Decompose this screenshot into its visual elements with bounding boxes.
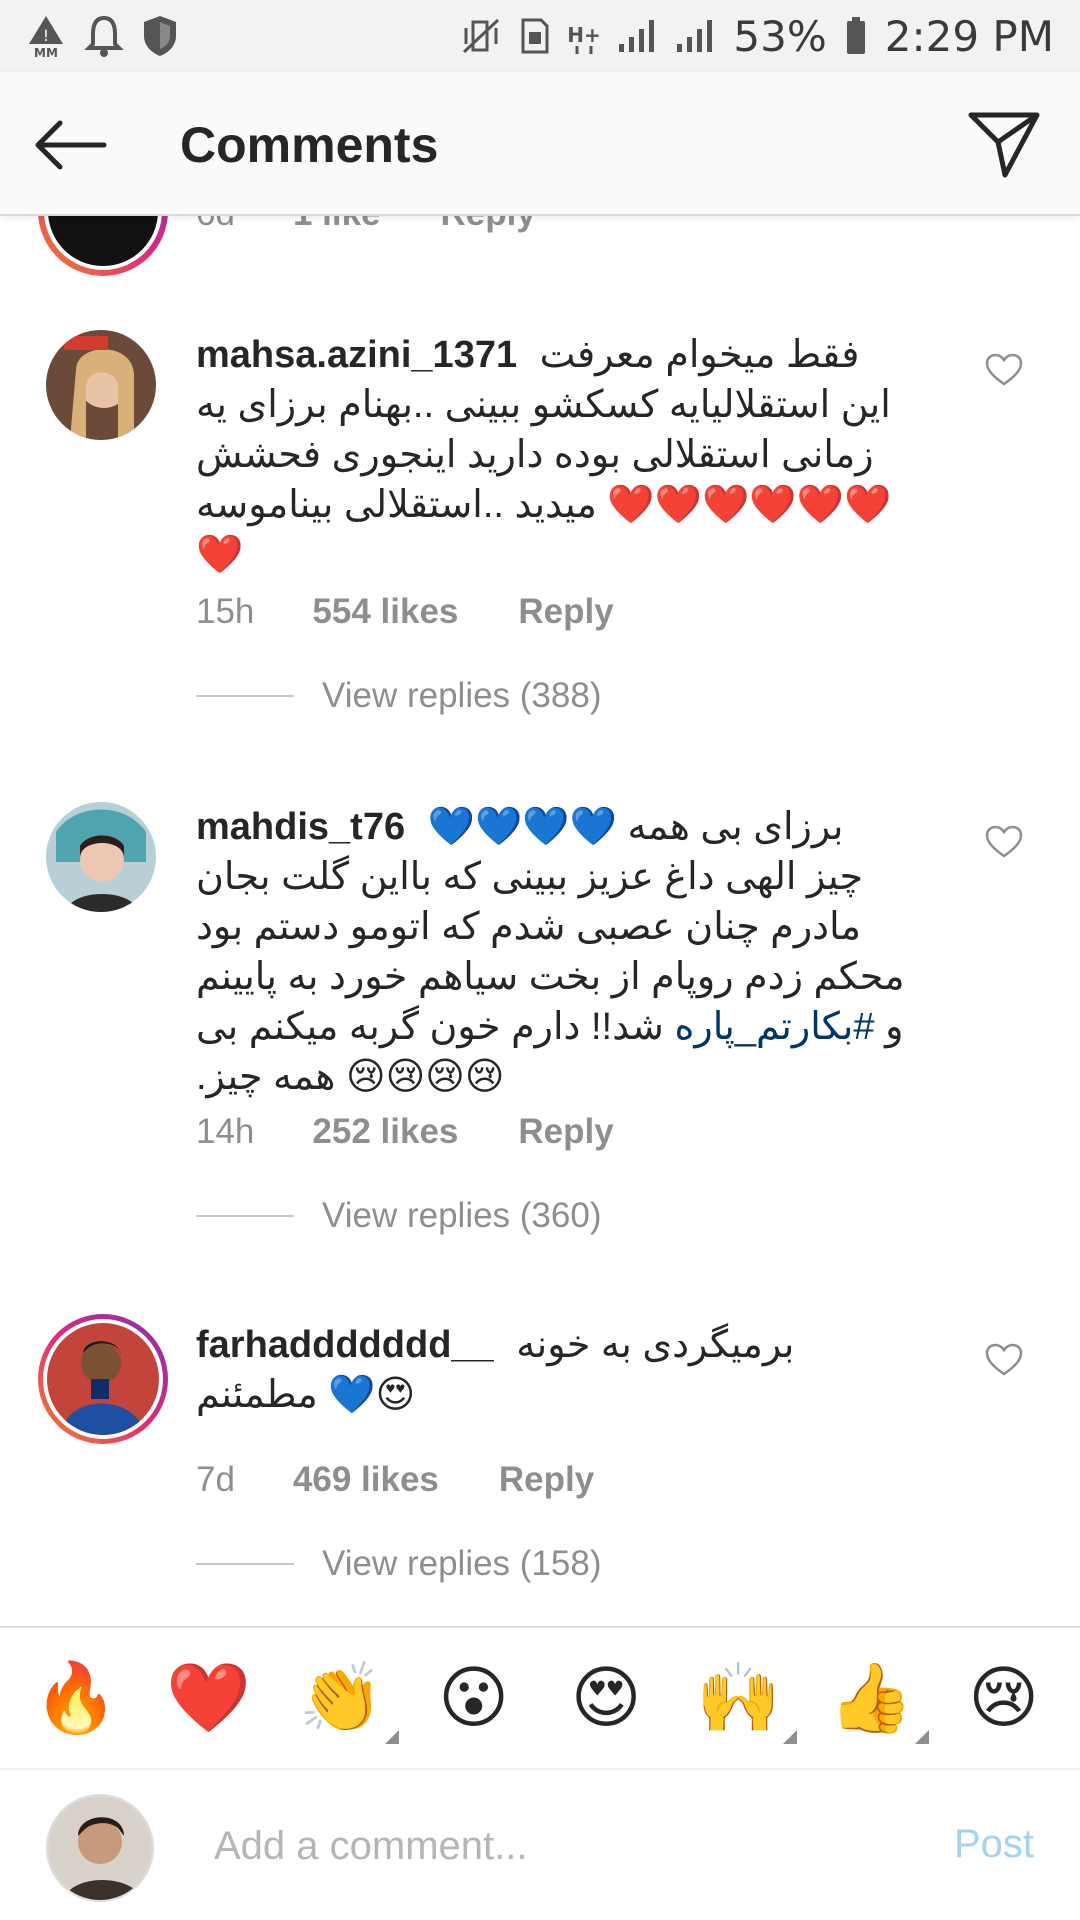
comment-username[interactable]: mahdis_t76: [196, 806, 405, 848]
comment-time: 6d: [196, 216, 235, 234]
thumbs-up-icon: 👍: [828, 1660, 914, 1736]
heart-icon: ❤️: [166, 1660, 252, 1736]
like-button[interactable]: [978, 1334, 1030, 1386]
reply-button[interactable]: Reply: [441, 216, 536, 234]
comment-meta: 15h 554 likes Reply: [196, 592, 614, 632]
emoji-crying-button[interactable]: 😢: [954, 1648, 1054, 1748]
emoji-clap-button[interactable]: 👏: [291, 1648, 400, 1748]
heart-outline-icon: [985, 353, 1023, 386]
comment-meta: 7d 469 likes Reply: [196, 1460, 594, 1500]
view-replies-label: View replies (360): [322, 1196, 602, 1235]
avatar-ring: [38, 216, 168, 276]
comment-likes[interactable]: 252 likes: [312, 1112, 458, 1152]
comment-emoji: ❤️: [196, 534, 244, 576]
signal-icon: [675, 18, 715, 54]
quick-emoji-bar: 🔥 ❤️ 👏 😮 😍 🙌 👍 😢: [0, 1626, 1080, 1768]
heart-outline-icon: [985, 825, 1023, 858]
comment-emoji: 😢😢😢😢: [345, 1056, 505, 1098]
avatar[interactable]: [47, 1323, 159, 1435]
divider: [196, 1215, 294, 1217]
svg-text:H+: H+: [569, 23, 599, 47]
raised-hands-icon: 🙌: [696, 1660, 782, 1736]
view-replies-button[interactable]: View replies (360): [196, 1196, 602, 1236]
comment-body: mahsa.azini_1371 فقط میخوام معرفت این اس…: [196, 330, 906, 580]
emoji-heart-button[interactable]: ❤️: [159, 1648, 259, 1748]
clock: 2:29 PM: [884, 11, 1054, 61]
reply-button[interactable]: Reply: [518, 592, 613, 632]
comment-partial: 6d 1 like Reply: [0, 216, 1080, 296]
comment-meta: 6d 1 like Reply: [196, 216, 536, 234]
reply-button[interactable]: Reply: [499, 1460, 594, 1500]
more-variants-indicator: [782, 1730, 797, 1744]
shield-icon: [142, 14, 178, 58]
back-arrow-icon: [35, 120, 107, 170]
comment-likes[interactable]: 469 likes: [293, 1460, 439, 1500]
sim-icon: [519, 16, 551, 56]
comment-input[interactable]: [214, 1810, 904, 1882]
emoji-thumbs-up-button[interactable]: 👍: [821, 1648, 930, 1748]
comment-likes[interactable]: 1 like: [293, 216, 381, 234]
fire-icon: 🔥: [33, 1660, 119, 1736]
view-replies-label: View replies (388): [322, 676, 602, 715]
comment-time: 14h: [196, 1112, 255, 1151]
hashtag-link[interactable]: #بکارتم_پاره: [674, 1006, 874, 1048]
avatar[interactable]: [48, 216, 158, 266]
svg-text:!: !: [43, 26, 49, 45]
mm-warning-icon: ! MM: [26, 14, 66, 58]
comment-time: 15h: [196, 592, 255, 631]
like-button[interactable]: [978, 344, 1030, 396]
view-replies-label: View replies (158): [322, 1544, 602, 1583]
post-button[interactable]: Post: [954, 1822, 1034, 1867]
comment-time: 7d: [196, 1460, 235, 1499]
comment-emoji: 💙😍: [328, 1374, 416, 1416]
comment-emoji: ❤️❤️❤️❤️❤️❤️: [607, 484, 892, 526]
crying-face-icon: 😢: [968, 1659, 1040, 1736]
emoji-heart-eyes-button[interactable]: 😍: [556, 1648, 656, 1748]
heart-outline-icon: [985, 1343, 1023, 1376]
avatar[interactable]: [46, 330, 156, 440]
network-h-icon: H+: [569, 16, 599, 56]
divider: [196, 1563, 294, 1565]
emoji-surprised-button[interactable]: 😮: [424, 1648, 524, 1748]
comment-composer: Post: [0, 1768, 1080, 1920]
comment-emoji: 💙💙💙💙: [427, 806, 617, 848]
clap-icon: 👏: [298, 1660, 384, 1736]
battery-percent: 53%: [733, 11, 827, 61]
status-bar: ! MM H+ 53% 2:29 PM: [0, 0, 1080, 72]
bell-icon: [84, 14, 124, 58]
send-icon: [968, 112, 1040, 178]
comment-username[interactable]: mahsa.azini_1371: [196, 334, 517, 376]
emoji-fire-button[interactable]: 🔥: [26, 1648, 126, 1748]
back-button[interactable]: [30, 110, 110, 180]
comment-username[interactable]: farhaddddddd__: [196, 1324, 494, 1366]
surprised-face-icon: 😮: [438, 1659, 510, 1736]
view-replies-button[interactable]: View replies (388): [196, 676, 602, 716]
emoji-raised-hands-button[interactable]: 🙌: [689, 1648, 797, 1748]
more-variants-indicator: [915, 1730, 930, 1744]
story-ring: [38, 1314, 168, 1444]
avatar[interactable]: [46, 802, 156, 912]
share-button[interactable]: [962, 102, 1046, 186]
vibrate-icon: [461, 16, 501, 56]
comment-likes[interactable]: 554 likes: [312, 592, 458, 632]
comments-header: Comments: [0, 72, 1080, 216]
battery-icon: [845, 16, 867, 56]
comment-meta: 14h 252 likes Reply: [196, 1112, 614, 1152]
reply-button[interactable]: Reply: [518, 1112, 613, 1152]
signal-icon: [617, 18, 657, 54]
comment-body: farhaddddddd__ برمیگردی به خونه مطمئنم 💙…: [196, 1320, 906, 1420]
svg-text:MM: MM: [34, 46, 58, 58]
heart-eyes-icon: 😍: [570, 1659, 642, 1736]
comments-list[interactable]: 6d 1 like Reply mahsa.azini_1371 فقط میخ…: [0, 216, 1080, 1626]
divider: [196, 695, 294, 697]
my-avatar: [46, 1794, 154, 1902]
more-variants-indicator: [385, 1730, 400, 1744]
like-button[interactable]: [978, 816, 1030, 868]
page-title: Comments: [180, 117, 439, 173]
view-replies-button[interactable]: View replies (158): [196, 1544, 602, 1584]
comment-body: mahdis_t76 💙💙💙💙 برزای بی همه چیز الهی دا…: [196, 802, 906, 1102]
